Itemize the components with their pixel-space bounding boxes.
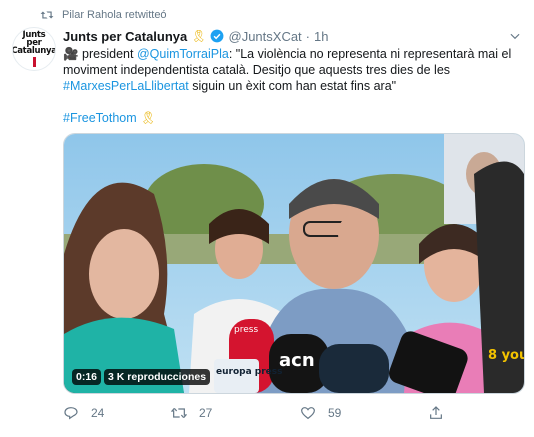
like-button[interactable]: 59 <box>300 405 341 421</box>
mic-label-1: press <box>234 325 258 335</box>
text-segment: siguin un èxit com han estat fins ara" <box>188 79 397 93</box>
action-bar: 24 27 59 <box>63 405 443 425</box>
video-views: 3 K reproducciones <box>104 369 211 385</box>
verified-badge-icon <box>210 29 223 43</box>
junts-logo: Junts per Catalunya <box>13 31 55 67</box>
mic-label-acn: acn <box>279 350 315 371</box>
video-duration: 0:16 <box>72 369 102 385</box>
hashtag-paragraph: #FreeTothom 🎗 <box>63 110 518 126</box>
share-icon <box>430 406 442 419</box>
heart-icon <box>301 407 315 420</box>
tweet-header: Junts per Catalunya 🎗 @JuntsXCat · 1h <box>63 27 328 45</box>
separator-dot: · <box>305 28 311 44</box>
share-button[interactable] <box>428 405 456 421</box>
video-camera-icon: 🎥 <box>63 47 79 61</box>
video-frame: press europa press acn 8 yours <box>64 134 524 393</box>
retweet-count: 27 <box>199 406 213 420</box>
tweet-paragraph: 🎥 president @QuimTorraiPla: "La violènci… <box>63 46 518 94</box>
avatar[interactable]: Junts per Catalunya <box>12 27 56 71</box>
video-player[interactable]: press europa press acn 8 yours 0:16 3 K … <box>63 133 525 394</box>
mention-link[interactable]: @QuimTorraiPla <box>137 47 229 61</box>
text-segment: president <box>78 47 137 61</box>
like-count: 59 <box>328 406 342 420</box>
video-badges: 0:16 3 K reproducciones <box>72 369 211 385</box>
author-handle[interactable]: @JuntsXCat <box>229 29 302 44</box>
tweet-card[interactable]: Pilar Rahola retwitteó Junts per Catalunya… <box>0 0 534 437</box>
yellow-ribbon-icon: 🎗 <box>191 29 207 43</box>
tweet-time[interactable]: 1h <box>314 29 328 44</box>
sign-text: 8 yours <box>488 348 524 363</box>
retweet-context[interactable]: Pilar Rahola retwitteó <box>40 7 167 23</box>
retweet-icon <box>171 407 187 419</box>
tweet-text: 🎥 president @QuimTorraiPla: "La violènci… <box>63 46 518 126</box>
reply-button[interactable]: 24 <box>63 405 104 421</box>
retweet-button[interactable]: 27 <box>171 405 212 421</box>
hashtag-link[interactable]: #FreeTothom <box>63 111 137 125</box>
reply-icon <box>64 407 78 420</box>
hashtag-link[interactable]: #MarxesPerLaLlibertat <box>63 79 189 93</box>
mic-label-europapress: europa press <box>216 367 282 377</box>
reply-count: 24 <box>91 406 105 420</box>
yellow-ribbon-icon: 🎗 <box>140 111 157 125</box>
author-name[interactable]: Junts per Catalunya <box>63 29 187 44</box>
chevron-down-icon[interactable] <box>508 29 522 43</box>
retweet-label: Pilar Rahola retwitteó <box>62 9 167 21</box>
retweet-icon <box>40 11 54 19</box>
